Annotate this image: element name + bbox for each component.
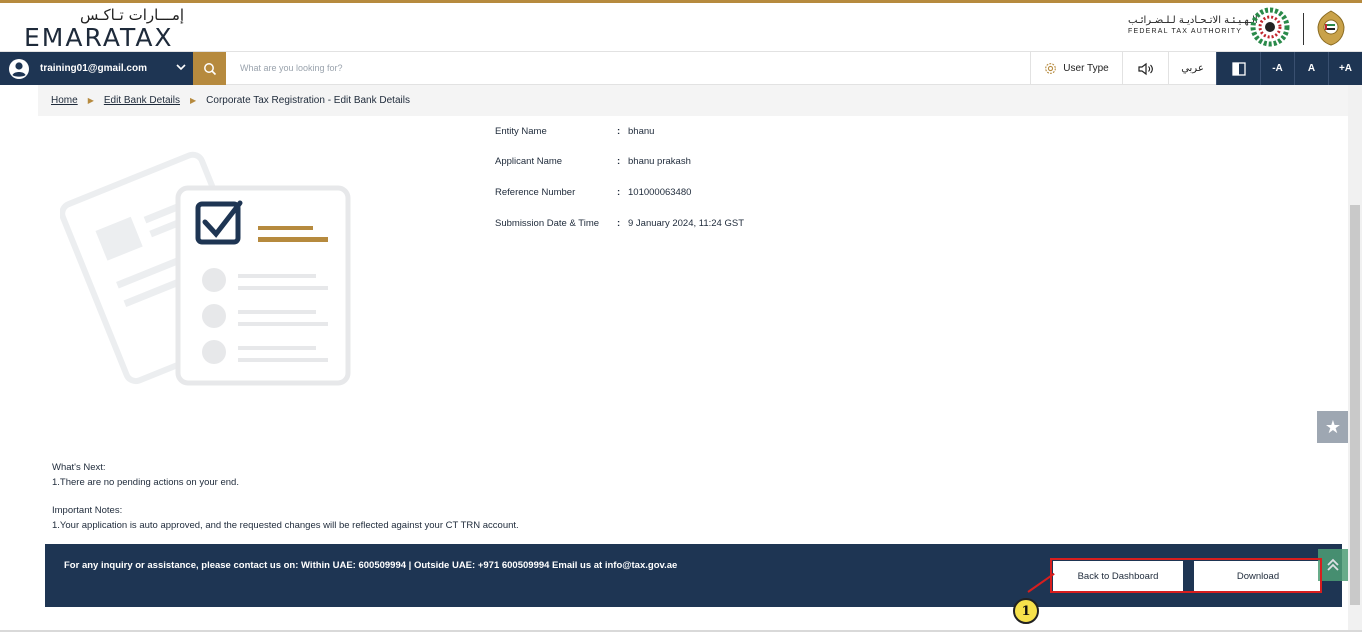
notes-section: What's Next: 1.There are no pending acti… (52, 460, 519, 533)
double-chevron-up-icon (1327, 558, 1339, 571)
applicant-name-value: bhanu prakash (628, 156, 691, 167)
detail-row-submission-date: Submission Date & Time : 9 January 2024,… (495, 218, 895, 232)
uae-emblem-icon (1317, 10, 1345, 46)
header-divider (1303, 13, 1304, 45)
submission-date-value: 9 January 2024, 11:24 GST (628, 218, 745, 229)
emaratax-logo[interactable]: EMARATAX (24, 23, 174, 52)
speaker-icon (1137, 62, 1153, 75)
fta-emblem-icon (1250, 7, 1290, 47)
chevron-down-icon[interactable] (175, 61, 187, 73)
important-notes-title: Important Notes: (52, 505, 123, 516)
audio-button[interactable] (1122, 52, 1168, 85)
step-callout-badge: 1 (1013, 598, 1039, 624)
fta-name-english: FEDERAL TAX AUTHORITY (1128, 28, 1243, 35)
gear-icon (1045, 63, 1057, 74)
star-icon: ★ (1324, 416, 1342, 437)
reference-number-value: 101000063480 (628, 187, 692, 198)
whats-next-title: What's Next: (52, 462, 106, 473)
entity-name-label: Entity Name (495, 126, 547, 137)
breadcrumb: Home ▶ Edit Bank Details ▶ Corporate Tax… (38, 85, 1348, 116)
contrast-icon (1231, 61, 1246, 76)
breadcrumb-current: Corporate Tax Registration - Edit Bank D… (206, 95, 410, 106)
entity-name-value: bhanu (628, 126, 655, 137)
favorite-star-button[interactable]: ★ (1317, 411, 1349, 443)
breadcrumb-edit-bank-link[interactable]: Edit Bank Details (104, 95, 180, 106)
font-normal-button[interactable]: A (1294, 52, 1328, 85)
site-header: إمـــارات تـاكـس EMARATAX الـهـيـئـة الا… (0, 3, 1362, 52)
breadcrumb-separator: ▶ (87, 96, 94, 105)
application-submitted-illustration (60, 151, 351, 386)
detail-colon: : (617, 126, 621, 137)
detail-colon: : (617, 218, 621, 229)
scrollbar-thumb[interactable] (1350, 205, 1360, 605)
fta-name-arabic: الـهـيـئـة الاتـحـاديـة لـلـضـرائـب (1128, 15, 1258, 26)
detail-colon: : (617, 156, 621, 167)
user-type-selector[interactable]: User Type (1030, 52, 1122, 85)
detail-colon: : (617, 187, 621, 198)
language-toggle-arabic[interactable]: عربي (1168, 52, 1216, 85)
contrast-toggle-button[interactable] (1216, 52, 1260, 85)
search-icon (203, 62, 216, 75)
highlight-box (1050, 558, 1322, 593)
user-account-menu[interactable]: training01@gmail.com (0, 52, 193, 85)
user-avatar-icon (9, 58, 29, 79)
search-input[interactable] (232, 56, 1012, 80)
important-notes-item: 1.Your application is auto approved, and… (52, 520, 519, 531)
detail-row-reference-number: Reference Number : 101000063480 (495, 187, 895, 201)
whats-next-item: 1.There are no pending actions on your e… (52, 477, 239, 488)
user-type-label: User Type (1063, 63, 1109, 74)
breadcrumb-home-link[interactable]: Home (51, 95, 78, 106)
reference-number-label: Reference Number (495, 187, 576, 198)
detail-row-entity-name: Entity Name : bhanu (495, 126, 895, 140)
detail-row-applicant-name: Applicant Name : bhanu prakash (495, 156, 895, 170)
search-button[interactable] (193, 52, 226, 85)
applicant-name-label: Applicant Name (495, 156, 563, 167)
font-decrease-button[interactable]: -A (1260, 52, 1294, 85)
submission-date-label: Submission Date & Time (495, 218, 600, 229)
breadcrumb-separator: ▶ (190, 96, 197, 105)
font-increase-button[interactable]: +A (1328, 52, 1362, 85)
emaratax-logo-arabic: إمـــارات تـاكـس (80, 6, 185, 24)
top-toolbar: training01@gmail.com User Type عربي -A (0, 51, 1362, 85)
user-email: training01@gmail.com (40, 63, 147, 74)
scroll-to-top-button[interactable] (1318, 549, 1348, 581)
contact-info-text: For any inquiry or assistance, please co… (64, 560, 678, 571)
